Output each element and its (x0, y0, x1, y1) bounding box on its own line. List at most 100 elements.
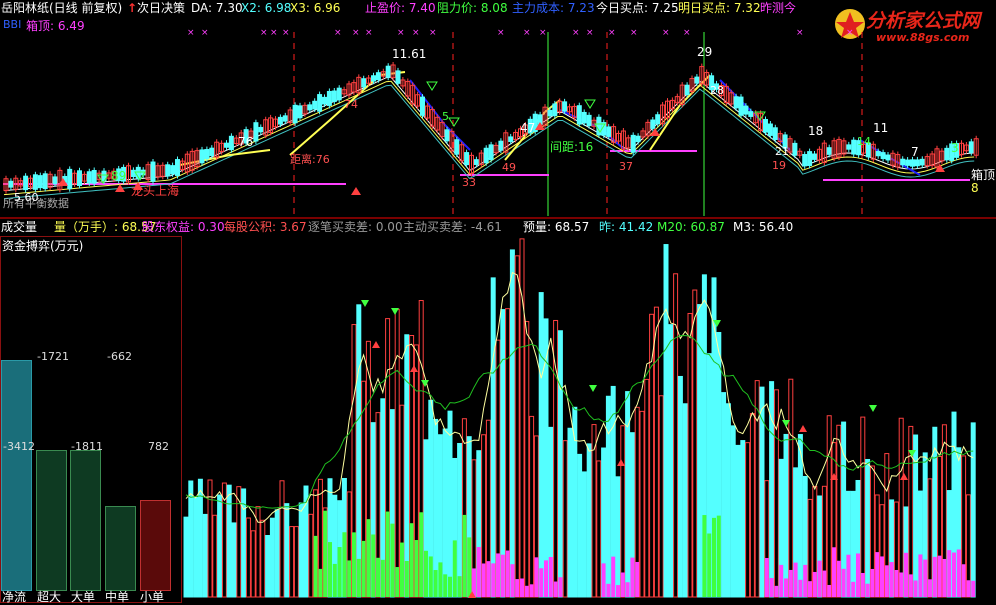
outflow-bar (884, 565, 889, 597)
volume-bar (605, 395, 611, 598)
inflow-bar (702, 515, 707, 597)
inflow-bar (337, 547, 342, 597)
outflow-bar (904, 552, 908, 597)
outflow-bar (827, 584, 832, 597)
up-arrow-icon (372, 341, 380, 348)
outflow-bar (764, 558, 769, 597)
volume-bar (721, 392, 727, 598)
super-large-label: 超大 (37, 590, 62, 604)
fund-flow-panel: 资金搏弈(万元) -3412 -1721 -1811 -662 782 净流 超… (0, 236, 182, 604)
outflow-bar (923, 559, 928, 597)
outflow-bar (769, 577, 774, 597)
inflow-bar (390, 523, 395, 597)
inflow-bar (409, 523, 414, 597)
inflow-bar (318, 568, 323, 597)
volume-bar (442, 428, 448, 598)
outflow-bar (860, 572, 865, 597)
outflow-bar (952, 552, 956, 597)
volume-bar (509, 249, 515, 598)
volume-bar (567, 427, 573, 598)
inflow-bar (428, 556, 433, 597)
volume-bar (649, 313, 655, 598)
up-arrow-icon (799, 425, 807, 432)
outflow-bar (774, 585, 779, 597)
small-order-value: 782 (148, 440, 169, 453)
volume-bar (447, 410, 453, 598)
volume-bar (557, 330, 563, 598)
down-arrow-icon (869, 405, 877, 412)
inflow-bar (342, 532, 347, 597)
outflow-bar (942, 558, 947, 597)
volume-bar (289, 526, 295, 598)
outflow-bar (500, 554, 505, 597)
volume-bar (538, 292, 544, 598)
inflow-bar (385, 511, 390, 597)
outflow-bar (836, 560, 841, 597)
inflow-bar (452, 540, 457, 597)
outflow-bar (553, 581, 558, 597)
outflow-bar (889, 562, 894, 597)
net-flow-value: -3412 (3, 440, 35, 453)
inflow-bar (347, 560, 352, 597)
outflow-bar (918, 554, 923, 597)
inflow-bar (366, 519, 371, 597)
volume-bar (850, 490, 856, 598)
up-arrow-icon (617, 459, 625, 466)
volume-bar (668, 324, 674, 598)
volume-bar (730, 425, 736, 598)
volume-bar (596, 460, 602, 598)
outflow-bar (908, 574, 913, 597)
inflow-bar (371, 534, 376, 597)
volume-bar (663, 244, 669, 598)
outflow-bar (779, 564, 784, 597)
volume-bar (183, 516, 189, 598)
inflow-bar (380, 559, 385, 597)
volume-bar (490, 277, 496, 598)
outflow-bar (793, 562, 798, 597)
inflow-bar (457, 576, 462, 597)
outflow-bar (928, 579, 932, 597)
volume-bar (524, 321, 530, 598)
inflow-bar (414, 540, 419, 597)
outflow-bar (625, 582, 630, 597)
volume-bar (860, 416, 866, 598)
volume-bar (457, 442, 463, 598)
outflow-bar (865, 583, 870, 597)
outflow-bar (803, 564, 808, 597)
inflow-bar (467, 537, 472, 597)
volume-bar (356, 304, 362, 598)
up-arrow-icon (900, 473, 908, 480)
outflow-bar (491, 563, 496, 597)
volume-bar (298, 502, 304, 598)
volume-bar (274, 509, 280, 598)
outflow-bar (515, 579, 520, 597)
outflow-bar (505, 550, 510, 597)
volume-bar (197, 478, 203, 598)
outflow-bar (812, 571, 817, 597)
inflow-bar (332, 563, 337, 597)
outflow-bar (620, 572, 625, 597)
inflow-bar (424, 550, 428, 597)
outflow-bar (966, 580, 971, 597)
volume-bar (577, 453, 583, 598)
outflow-bar (606, 583, 611, 597)
inflow-bar (400, 542, 404, 597)
volume-bar (898, 417, 904, 598)
inflow-bar (323, 510, 328, 597)
volume-bar (673, 273, 679, 598)
volume-bars (183, 238, 976, 598)
volume-bar (562, 440, 568, 598)
outflow-bar (875, 552, 880, 597)
volume-bar (586, 443, 592, 598)
volume-bar (927, 478, 933, 598)
volume-bar (260, 519, 266, 598)
outflow-bar (846, 554, 851, 597)
outflow-bar (808, 581, 812, 597)
outflow-bar (947, 550, 952, 597)
volume-bar (773, 389, 779, 598)
volume-bar (293, 526, 299, 598)
volume-bar (394, 308, 400, 598)
volume-bar (193, 497, 199, 598)
outflow-bar (616, 585, 620, 597)
volume-bar (217, 494, 223, 598)
